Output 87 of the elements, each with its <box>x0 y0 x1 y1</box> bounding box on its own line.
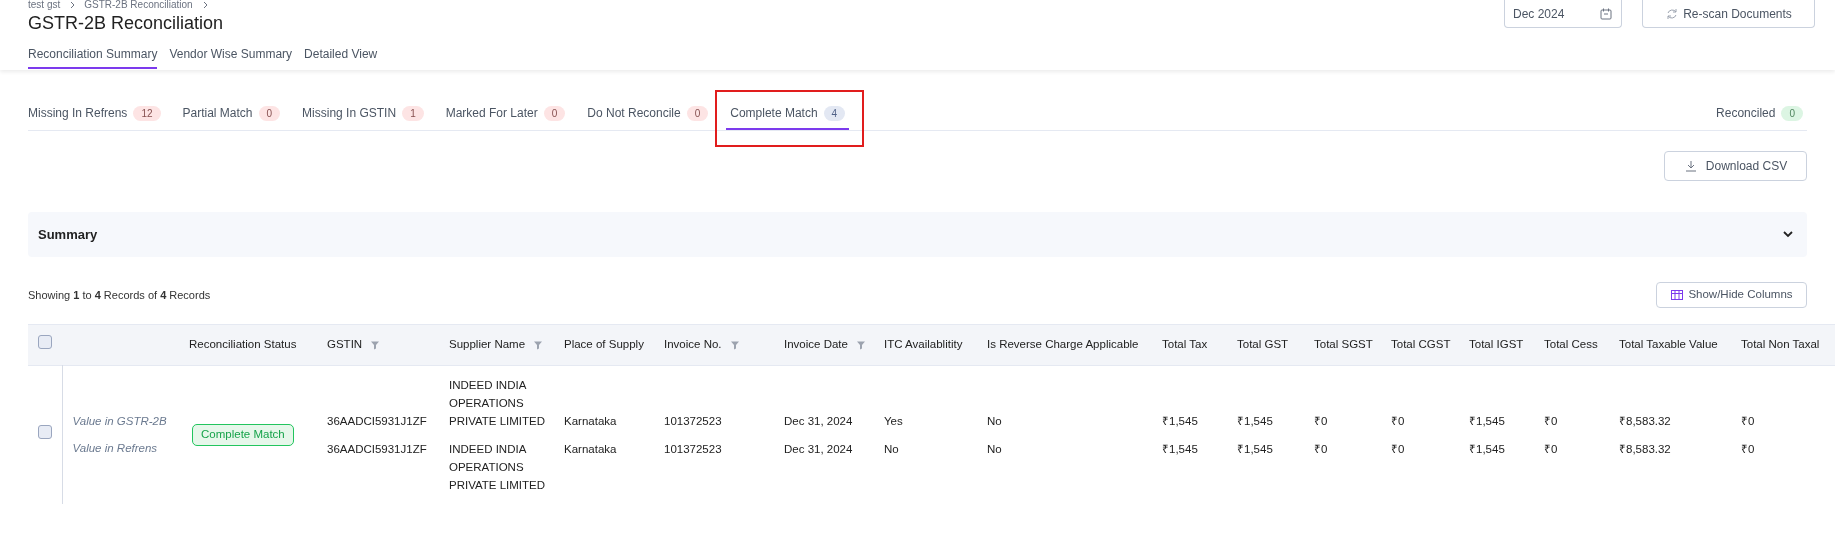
checkbox[interactable] <box>38 425 52 440</box>
column-header[interactable]: Total IGST <box>1469 336 1524 354</box>
column-header[interactable]: Place of Supply <box>564 336 644 354</box>
row-source-label: Value in GSTR-2B <box>72 414 167 427</box>
column-header[interactable]: Total Cess <box>1544 336 1598 354</box>
status-tab[interactable]: Partial Match 0 <box>178 104 285 130</box>
table-cell: INDEED INDIA OPERATIONS PRIVATE LIMITED <box>449 443 546 491</box>
page-title: GSTR-2B Reconciliation <box>28 12 224 35</box>
column-header[interactable]: GSTIN <box>327 336 381 354</box>
count-badge: 0 <box>258 105 281 121</box>
count-badge: 0 <box>686 105 709 121</box>
column-header[interactable]: Invoice No. <box>664 336 740 354</box>
status-tab[interactable]: Marked For Later 0 <box>441 104 570 130</box>
table-cell: Karnataka <box>564 443 617 455</box>
chevron-right-icon <box>68 0 77 10</box>
table-cell: No <box>987 415 1002 427</box>
table-cell: Dec 31, 2024 <box>784 443 853 455</box>
column-header[interactable]: Reconciliation Status <box>189 336 297 354</box>
table-cell: ₹8,583.32 <box>1619 443 1671 455</box>
breadcrumb-link[interactable]: GSTR-2B Reconciliation <box>84 0 193 10</box>
column-header[interactable]: Total CGST <box>1391 336 1451 354</box>
column-header[interactable]: Total Tax <box>1162 336 1208 354</box>
filter-icon <box>729 340 740 350</box>
table-cell: ₹0 <box>1741 443 1755 455</box>
status-tab[interactable]: Missing In GSTIN 1 <box>298 104 428 130</box>
count-badge: 12 <box>133 105 161 121</box>
table-cell: ₹1,545 <box>1469 443 1505 455</box>
summary-panel[interactable]: Summary <box>28 212 1807 257</box>
table-cell: 36AADCI5931J1ZF <box>327 443 427 455</box>
table-cell: No <box>987 443 1002 455</box>
count-badge: 1 <box>402 105 424 121</box>
column-header[interactable]: Invoice Date <box>784 336 866 354</box>
view-tab[interactable]: Detailed View <box>304 45 378 69</box>
table-cell: ₹0 <box>1741 415 1755 427</box>
status-tab[interactable]: Reconciled 0 <box>1712 104 1807 130</box>
table-cell: ₹0 <box>1391 443 1405 455</box>
table-cell: No <box>884 443 899 455</box>
table-cell: 101372523 <box>664 415 722 427</box>
count-badge: 0 <box>1781 105 1803 121</box>
status-tab[interactable]: Do Not Reconcile 0 <box>583 104 713 130</box>
table-cell: Karnataka <box>564 415 617 427</box>
records-count: Showing 1 to 4 Records of 4 Records <box>28 287 211 303</box>
breadcrumb-link[interactable]: test gst <box>28 0 61 10</box>
filter-icon <box>370 340 381 350</box>
rescan-button[interactable]: Re-scan Documents <box>1642 0 1815 28</box>
table-cell: ₹0 <box>1544 415 1558 427</box>
column-header[interactable]: Total SGST <box>1314 336 1373 354</box>
download-icon <box>1683 159 1698 173</box>
table-cell: ₹0 <box>1314 443 1328 455</box>
count-badge: 4 <box>823 105 846 121</box>
column-header[interactable]: Total Taxable Value <box>1619 336 1718 354</box>
status-tab[interactable]: Missing In Refrens 12 <box>24 104 165 130</box>
refresh-icon <box>1665 6 1680 21</box>
table-cell: ₹1,545 <box>1469 415 1505 427</box>
table-cell: 36AADCI5931J1ZF <box>327 415 427 427</box>
table-cell: Dec 31, 2024 <box>784 415 853 427</box>
view-tab[interactable]: Vendor Wise Summary <box>169 45 293 69</box>
status-badge: Complete Match <box>192 424 294 446</box>
view-tab[interactable]: Reconciliation Summary <box>28 45 158 69</box>
column-header[interactable]: Supplier Name <box>449 336 544 354</box>
column-header[interactable]: Total Non Taxal <box>1741 336 1820 354</box>
column-header[interactable]: ITC Availablitity <box>884 336 963 354</box>
status-tab[interactable]: Complete Match 4 <box>726 104 850 130</box>
table-cell: Yes <box>884 415 903 427</box>
column-header[interactable]: Total GST <box>1237 336 1289 354</box>
row-source-label: Value in Refrens <box>72 442 158 454</box>
summary-title: Summary <box>38 225 98 244</box>
table-cell: ₹1,545 <box>1162 415 1198 427</box>
table-cell: ₹0 <box>1314 415 1328 427</box>
calendar-icon <box>1599 6 1613 21</box>
count-badge: 0 <box>543 105 566 121</box>
filter-icon <box>533 340 544 350</box>
table-cell: ₹1,545 <box>1237 443 1273 455</box>
table-cell: ₹8,583.32 <box>1619 415 1671 427</box>
table-cell: ₹0 <box>1391 415 1405 427</box>
table-cell: ₹1,545 <box>1237 415 1273 427</box>
download-csv-button[interactable]: Download CSV <box>1664 151 1807 181</box>
checkbox[interactable] <box>38 335 52 350</box>
table-cell: ₹1,545 <box>1162 443 1198 455</box>
table-cell: ₹0 <box>1544 443 1558 455</box>
filter-icon <box>855 340 866 350</box>
table-cell: 101372523 <box>664 443 722 455</box>
date-picker[interactable]: Dec 2024 <box>1504 0 1622 28</box>
columns-icon <box>1670 288 1685 302</box>
table-cell: INDEED INDIA OPERATIONS PRIVATE LIMITED <box>449 379 546 427</box>
column-header[interactable]: Is Reverse Charge Applicable <box>987 336 1139 354</box>
show-hide-columns-button[interactable]: Show/Hide Columns <box>1656 282 1807 308</box>
